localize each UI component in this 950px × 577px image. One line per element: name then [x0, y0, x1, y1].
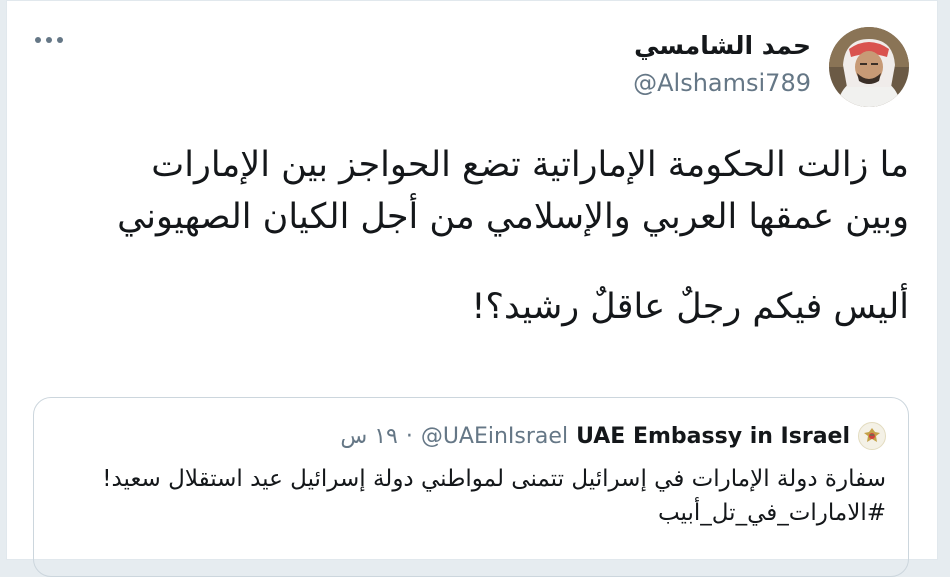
quoted-tweet-text: سفارة دولة الإمارات في إسرائيل تتمنى لمو…: [102, 466, 886, 526]
quoted-tweet[interactable]: UAE Embassy in Israel @UAEinIsrael · ١٩ …: [33, 397, 909, 577]
author-handle[interactable]: @Alshamsi789: [633, 69, 811, 97]
quoted-author-name[interactable]: UAE Embassy in Israel: [576, 424, 850, 449]
quoted-author-handle[interactable]: @UAEinIsrael: [421, 424, 568, 449]
more-dot: [35, 37, 41, 43]
more-dot: [46, 37, 52, 43]
more-options-icon[interactable]: [35, 37, 63, 43]
author-name[interactable]: حمد الشامسي: [634, 31, 811, 60]
quoted-tweet-header: UAE Embassy in Israel @UAEinIsrael · ١٩ …: [340, 422, 886, 450]
tweet-text: ما زالت الحكومة الإماراتية تضع الحواجز ب…: [89, 139, 909, 333]
more-dot: [57, 37, 63, 43]
tweet-paragraph-1: ما زالت الحكومة الإماراتية تضع الحواجز ب…: [117, 145, 909, 237]
avatar[interactable]: [829, 27, 909, 107]
tweet-paragraph-2: أليس فيكم رجلٌ عاقلٌ رشيد؟!: [471, 287, 909, 327]
separator-dot: ·: [405, 423, 413, 449]
uae-emblem-icon: [858, 422, 886, 450]
tweet-card: حمد الشامسي @Alshamsi789 ما زالت الحكومة…: [6, 0, 938, 577]
quoted-timestamp[interactable]: ١٩ س: [340, 424, 398, 449]
user-avatar-image: [829, 27, 909, 107]
